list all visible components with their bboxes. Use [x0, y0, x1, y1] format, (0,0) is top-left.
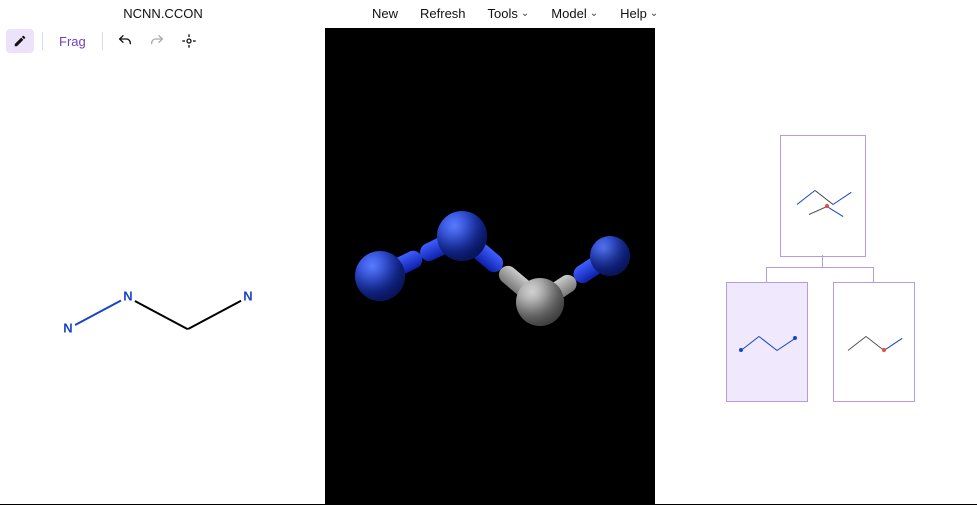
tree-node-root[interactable]: [780, 135, 866, 257]
mini-bond: [777, 338, 796, 351]
mini-bond: [833, 192, 852, 205]
mini-bond: [797, 190, 816, 205]
tree-connector: [766, 267, 873, 268]
tree-connector: [873, 267, 874, 282]
mini-bond: [809, 206, 827, 215]
tree-connector: [822, 255, 823, 267]
nitrogen-atom: [590, 236, 630, 276]
menu-help-label: Help: [620, 6, 647, 21]
bond-line: [188, 300, 242, 330]
menu-group: New Refresh Tools ⌄ Model ⌄ Help ⌄: [368, 4, 662, 23]
tree-node-child-0[interactable]: [726, 282, 808, 402]
bond-line: [75, 300, 122, 326]
bond-line: [135, 300, 189, 330]
mini-bond: [759, 336, 778, 351]
chevron-down-icon: ⌄: [590, 8, 598, 19]
menu-refresh[interactable]: Refresh: [416, 4, 470, 23]
sketch-2d-panel[interactable]: N N N: [0, 28, 325, 504]
nitrogen-dot: [793, 336, 797, 340]
fragment-tree-panel[interactable]: [655, 28, 977, 504]
nitrogen-atom: [437, 211, 487, 261]
mini-bond: [884, 338, 903, 351]
menu-new[interactable]: New: [368, 4, 402, 23]
mini-bond: [741, 336, 760, 351]
menu-tools[interactable]: Tools ⌄: [484, 4, 534, 23]
chevron-down-icon: ⌄: [521, 8, 529, 19]
tree-connector: [766, 267, 767, 282]
menu-model-label: Model: [551, 6, 586, 21]
mini-bond: [848, 336, 867, 351]
oxygen-dot: [882, 348, 886, 352]
chevron-down-icon: ⌄: [650, 8, 658, 19]
mini-bond: [815, 190, 834, 205]
menu-help[interactable]: Help ⌄: [616, 4, 662, 23]
atom-label: N: [62, 321, 73, 336]
oxygen-dot: [825, 204, 829, 208]
mini-bond: [827, 206, 844, 217]
menu-tools-label: Tools: [488, 6, 518, 21]
menu-model[interactable]: Model ⌄: [547, 4, 602, 23]
menubar: NCNN.CCON New Refresh Tools ⌄ Model ⌄ He…: [0, 0, 977, 26]
atom-label: N: [242, 289, 253, 304]
viewer-3d-panel[interactable]: [325, 28, 655, 504]
nitrogen-atom: [355, 251, 405, 301]
tree-node-child-1[interactable]: [833, 282, 915, 402]
atom-label: N: [122, 289, 133, 304]
nitrogen-dot: [739, 348, 743, 352]
document-title: NCNN.CCON: [8, 6, 318, 21]
carbon-atom: [516, 278, 564, 326]
